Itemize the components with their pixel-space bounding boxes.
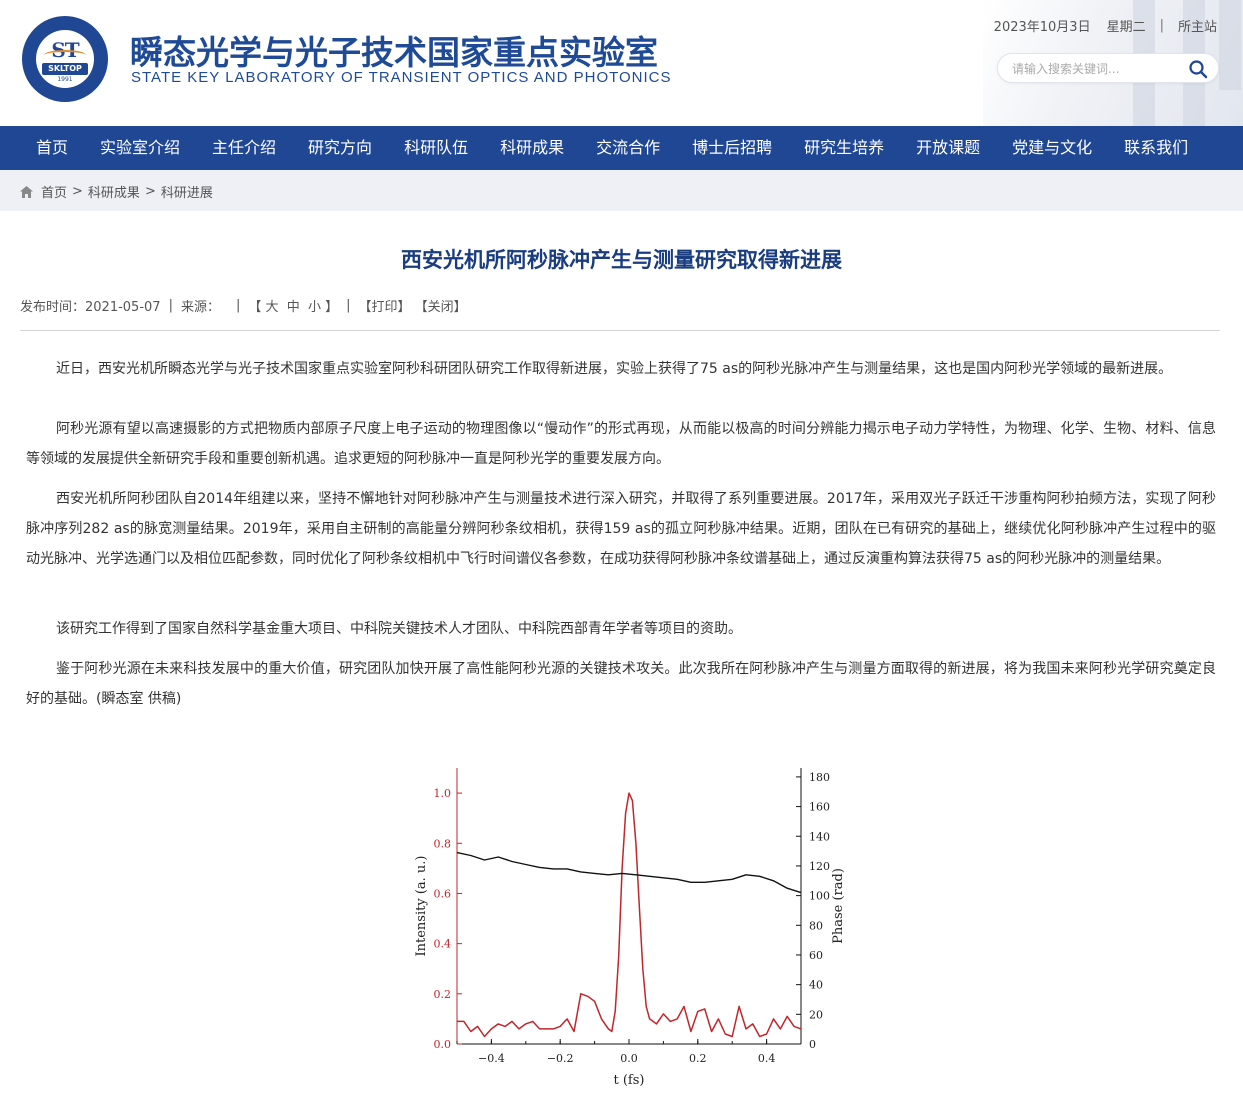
- article-title: 西安光机所阿秒脉冲产生与测量研究取得新进展: [0, 244, 1243, 274]
- nav-item[interactable]: 首页: [20, 126, 84, 170]
- nav-list: 首页实验室介绍主任介绍研究方向科研队伍科研成果交流合作博士后招聘研究生培养开放课…: [0, 126, 1243, 170]
- nav-item[interactable]: 研究生培养: [788, 126, 900, 170]
- attosecond-pulse-chart: 0.0 0.2 0.4 0.6 0.8 1.0 0 20 40 60 80 100 120 140 160 1…: [405, 760, 845, 1095]
- y2-tick-label: 20: [809, 1008, 823, 1021]
- breadcrumb-separator: >: [72, 184, 83, 199]
- nav-item[interactable]: 科研队伍: [388, 126, 484, 170]
- y-tick-label: 0.8: [434, 837, 452, 850]
- meta-divider: |: [169, 298, 173, 313]
- breadcrumb-item-research-progress[interactable]: 科研进展: [161, 182, 213, 201]
- main-nav: 首页实验室介绍主任介绍研究方向科研队伍科研成果交流合作博士后招聘研究生培养开放课…: [0, 126, 1243, 170]
- breadcrumb-item-home[interactable]: 首页: [41, 182, 67, 201]
- site-title[interactable]: 瞬态光学与光子技术国家重点实验室: [130, 26, 658, 74]
- article-paragraph: 该研究工作得到了国家自然科学基金重大项目、中科院关键技术人才团队、中科院西部青年…: [26, 614, 1216, 644]
- y2-tick-label: 80: [809, 919, 823, 932]
- breadcrumb-item-research-results[interactable]: 科研成果: [88, 182, 140, 201]
- x-tick-label: 0.2: [689, 1052, 707, 1065]
- y2-tick-label: 0: [809, 1038, 816, 1051]
- nav-item[interactable]: 主任介绍: [196, 126, 292, 170]
- article-paragraph: 鉴于阿秒光源在未来科技发展中的重大价值，研究团队加快开展了高性能阿秒光源的关键技…: [26, 654, 1216, 714]
- top-info-bar: 2023年10月3日 星期二 | 所主站: [994, 16, 1217, 35]
- y2-tick-label: 100: [809, 890, 830, 903]
- publish-date: 发布时间：2021-05-07: [20, 296, 161, 315]
- nav-item[interactable]: 博士后招聘: [676, 126, 788, 170]
- search-box: [997, 53, 1219, 83]
- y2-tick-label: 160: [809, 801, 830, 814]
- nav-item[interactable]: 交流合作: [580, 126, 676, 170]
- article-paragraph: 阿秒光源有望以高速摄影的方式把物质内部原子尺度上电子运动的物理图像以“慢动作”的…: [26, 414, 1216, 474]
- close-link[interactable]: 【关闭】: [415, 296, 467, 315]
- lab-logo[interactable]: ST SKLTOP 1991: [22, 16, 108, 102]
- x-axis-label: t (fs): [614, 1073, 645, 1088]
- article-meta: 发布时间：2021-05-07 | 来源： | 【 大 中 小 】 | 【打印】…: [20, 296, 467, 315]
- print-link[interactable]: 【打印】: [359, 296, 411, 315]
- site-header: ST SKLTOP 1991 瞬态光学与光子技术国家重点实验室 STATE KE…: [0, 0, 1243, 126]
- site-subtitle: STATE KEY LABORATORY OF TRANSIENT OPTICS…: [131, 69, 672, 86]
- breadcrumb-separator: >: [145, 184, 156, 199]
- x-tick-label: 0.0: [620, 1052, 638, 1065]
- y-tick-label: 0.4: [434, 938, 452, 951]
- nav-item[interactable]: 联系我们: [1108, 126, 1204, 170]
- y-tick-label: 0.6: [434, 887, 452, 900]
- y2-tick-label: 140: [809, 830, 830, 843]
- nav-item[interactable]: 党建与文化: [996, 126, 1108, 170]
- x-tick-label: −0.2: [547, 1052, 574, 1065]
- search-input[interactable]: [1012, 60, 1172, 78]
- font-size-switcher[interactable]: 【 大 中 小 】: [248, 296, 338, 315]
- divider: |: [1160, 18, 1164, 33]
- y2-tick-label: 120: [809, 860, 830, 873]
- x-tick-label: −0.4: [478, 1052, 505, 1065]
- nav-item[interactable]: 研究方向: [292, 126, 388, 170]
- nav-item[interactable]: 实验室介绍: [84, 126, 196, 170]
- y2-axis-label: Phase (rad): [831, 868, 845, 944]
- current-date: 2023年10月3日: [994, 16, 1091, 35]
- y-tick-label: 0.0: [434, 1038, 452, 1051]
- logo-band: SKLTOP: [42, 63, 88, 75]
- y-axis-label: Intensity (a. u.): [414, 856, 429, 957]
- current-weekday: 星期二: [1107, 16, 1146, 35]
- y-tick-label: 0.2: [434, 988, 452, 1001]
- y2-tick-label: 180: [809, 771, 830, 784]
- nav-item[interactable]: 科研成果: [484, 126, 580, 170]
- title-divider: [20, 330, 1220, 331]
- intensity-line: [457, 793, 801, 1036]
- breadcrumb: 首页 > 科研成果 > 科研进展: [0, 170, 1243, 211]
- article-source: 来源：: [181, 296, 220, 315]
- nav-item[interactable]: 开放课题: [900, 126, 996, 170]
- main-site-link[interactable]: 所主站: [1178, 16, 1217, 35]
- home-icon: [20, 186, 33, 198]
- phase-line: [457, 853, 801, 893]
- search-icon: [1188, 59, 1208, 79]
- meta-divider: |: [236, 298, 240, 313]
- meta-divider: |: [346, 298, 350, 313]
- logo-year: 1991: [36, 76, 94, 83]
- y-tick-label: 1.0: [434, 787, 452, 800]
- search-button[interactable]: [1188, 59, 1208, 79]
- y2-tick-label: 40: [809, 979, 823, 992]
- article-paragraph: 近日，西安光机所瞬态光学与光子技术国家重点实验室阿秒科研团队研究工作取得新进展，…: [26, 354, 1216, 384]
- y2-tick-label: 60: [809, 949, 823, 962]
- article-paragraph: 西安光机所阿秒团队自2014年组建以来，坚持不懈地针对阿秒脉冲产生与测量技术进行…: [26, 484, 1216, 574]
- x-tick-label: 0.4: [758, 1052, 776, 1065]
